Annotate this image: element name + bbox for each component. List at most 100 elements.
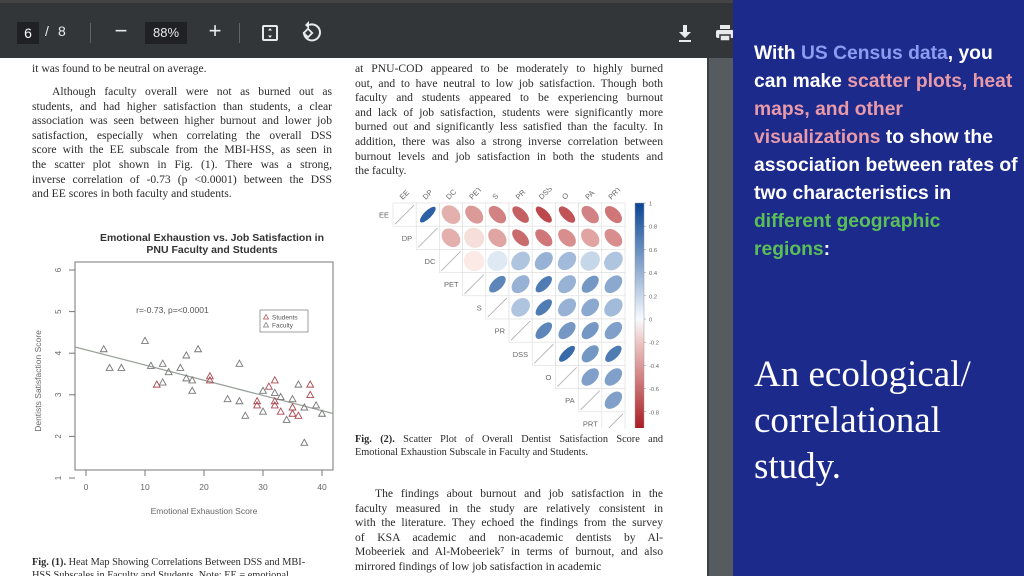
text-line: and EE scores in both faculty and studen… (32, 187, 232, 201)
download-button[interactable] (676, 23, 694, 43)
pdf-viewer: 6 / 8 − 88% + it was found to be neutral… (0, 0, 733, 576)
data-point-students (252, 396, 262, 405)
data-point-students (294, 411, 303, 419)
scatter-title-line: Emotional Exhaustion vs. Job Satisfactio… (99, 232, 325, 244)
fig2-caption: Fig. (2). Scatter Plot of Overall Dentis… (355, 433, 663, 459)
toolbar-divider (239, 23, 240, 43)
y-tick-label: 4 (54, 350, 63, 355)
column-label: PRT (606, 188, 623, 201)
text-line: faculty measured in the study are relati… (355, 501, 663, 515)
colorbar-tick-label: 0.2 (649, 294, 657, 300)
column-label: O (560, 191, 571, 202)
data-point-faculty (158, 377, 167, 386)
column-label: PA (583, 188, 596, 201)
row-label: PR (495, 327, 506, 336)
data-point-students (152, 380, 161, 388)
slide-panel: With US Census data, you can make scatte… (733, 0, 1024, 576)
legend-label: Faculty (272, 323, 294, 330)
text-line: satisfaction, especially when correlatin… (32, 128, 332, 142)
colorbar-tick-label: -0.4 (649, 364, 660, 370)
data-point-faculty (99, 344, 108, 353)
data-point-students (288, 409, 297, 417)
right-para-1: at PNU-COD appeared to be moderately to … (355, 62, 663, 179)
fit-to-page-icon (268, 28, 272, 38)
colorbar-tick-label: -0.8 (649, 410, 659, 416)
fig2-caption-line1: Scatter Plot of Overall Dentist Satisfac… (394, 434, 664, 445)
colorbar-tick-label: 0.6 (649, 248, 657, 254)
data-point-faculty (176, 363, 185, 371)
colorbar-tick-label: 1 (649, 202, 652, 208)
y-tick-label: 3 (54, 392, 63, 397)
left-para-2: Although faculty overall were not as bur… (32, 85, 332, 202)
column-label: DP (421, 188, 435, 201)
text-line: out, and to have neutral to low job sati… (355, 76, 663, 90)
scatter-chart-title: Emotional Exhaustion vs. Job Satisfactio… (62, 232, 362, 256)
rotate-icon (302, 21, 321, 42)
data-point-students (205, 371, 215, 380)
data-point-faculty (258, 386, 268, 394)
data-point-faculty (140, 336, 150, 344)
data-point-faculty (311, 400, 321, 409)
data-point-faculty (223, 394, 232, 403)
data-point-faculty (188, 386, 197, 394)
x-tick-label: 20 (199, 482, 209, 492)
left-para-1: it was found to be neutral on average. (32, 62, 332, 77)
colorbar-tick-label: -0.6 (649, 387, 659, 393)
data-point-faculty (258, 407, 268, 415)
text-line: burnout levels and job satisfaction in b… (355, 149, 663, 163)
print-button[interactable] (715, 24, 733, 42)
row-label: EE (379, 211, 389, 220)
minus-icon: − (114, 18, 128, 43)
fit-to-page-button[interactable] (262, 25, 278, 41)
x-tick-label: 0 (84, 482, 89, 492)
page-gutter (707, 58, 733, 576)
heatmap-cell (601, 411, 626, 428)
text-line: inverse correlation of -0.73 (p <0.0001)… (32, 172, 332, 186)
fig1-caption-text: Heat Map Showing Correlations Between DS… (66, 557, 306, 568)
panel-description: With US Census data, you can make scatte… (754, 40, 1019, 264)
row-label: DSS (513, 350, 528, 359)
data-point-faculty (117, 363, 126, 371)
column-label: DC (444, 188, 458, 201)
data-point-faculty (182, 350, 191, 359)
right-para-2: The findings about burnout and job satis… (355, 487, 663, 575)
y-tick-label: 5 (54, 309, 63, 314)
regression-line (74, 346, 334, 415)
fig1-caption: Fig. (1). Heat Map Showing Correlations … (32, 556, 342, 576)
row-label: DC (425, 257, 436, 266)
column-label: PET (467, 188, 484, 201)
colorbar-tick-label: 0 (649, 318, 652, 324)
text-line: The findings about burnout and job satis… (375, 487, 663, 500)
text-line: with the literature. They echoed the fin… (355, 516, 663, 530)
text-line: Although faculty overall were not as bur… (52, 85, 332, 98)
zoom-out-button[interactable]: − (110, 17, 132, 45)
pdf-page: it was found to be neutral on average. A… (0, 58, 707, 576)
column-label: DSS (537, 188, 554, 201)
rotate-button[interactable] (300, 20, 322, 44)
text-line: the faculty. (355, 164, 407, 178)
zoom-level-input[interactable]: 88% (145, 22, 187, 44)
fig2-caption-label: Fig. (2). (355, 434, 395, 445)
x-tick-label: 30 (258, 482, 268, 492)
correlation-annotation: r=-0.73, p=<0.0001 (136, 305, 209, 315)
colorbar (634, 202, 645, 428)
fig1-caption-label: Fig. (1). (32, 557, 67, 568)
page-number-input[interactable]: 6 (17, 22, 39, 44)
column-label: PR (514, 188, 528, 201)
data-point-students (270, 375, 279, 384)
plot-frame (74, 261, 334, 471)
data-point-faculty (105, 363, 114, 371)
row-label: PA (565, 396, 574, 405)
scatter-title-line: PNU Faculty and Students (146, 244, 278, 256)
panel-text-segment: : (823, 239, 831, 260)
panel-text-segment: different geographic regions (754, 211, 941, 260)
correlation-heatmap: EE DP DC PET S PR DSS O PA PRT EE DP DC PET S PR DSS O PA P… (379, 188, 660, 428)
data-point-students (276, 407, 285, 415)
legend-label: Students (272, 315, 298, 322)
data-point-faculty (241, 411, 250, 419)
row-label: S (477, 303, 482, 312)
data-point-faculty (288, 394, 297, 403)
text-line: addition, there was also a strong invers… (355, 134, 663, 148)
data-point-students (306, 390, 315, 398)
zoom-in-button[interactable]: + (204, 17, 226, 45)
